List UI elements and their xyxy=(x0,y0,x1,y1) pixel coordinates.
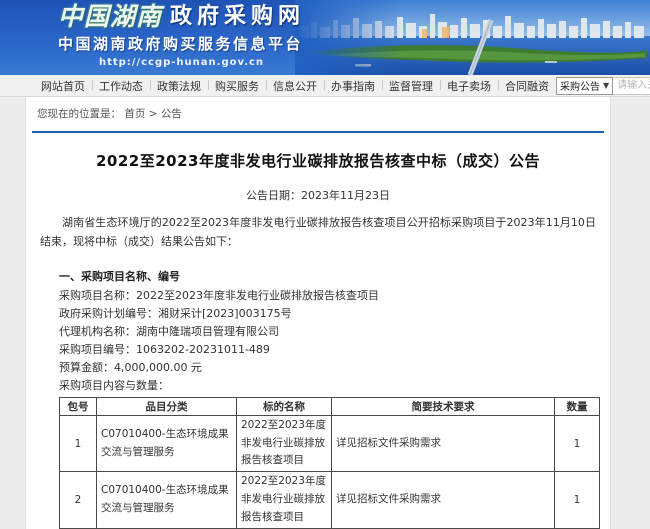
breadcrumb-prefix: 您现在的位置是： xyxy=(37,108,121,120)
nav-item-supervision[interactable]: 监督管理 xyxy=(382,78,440,94)
publish-date: 公告日期：2023年11月23日 xyxy=(26,187,610,203)
col-header-requirements: 简要技术要求 xyxy=(332,397,555,415)
col-header-category: 品目分类 xyxy=(97,397,237,415)
col-header-target: 标的名称 xyxy=(237,397,332,415)
main-navigation: 网站首页 工作动态 政策法规 购买服务 信息公开 办事指南 监督管理 电子卖场 … xyxy=(0,75,650,97)
banner-fade-overlay xyxy=(295,0,650,75)
search-input[interactable] xyxy=(613,77,650,95)
site-subtitle: 中国湖南政府购买服务信息平台 xyxy=(58,33,305,54)
cell-package-no: 1 xyxy=(60,415,97,472)
announcement-intro: 湖南省生态环境厅的2022至2023年度非发电行业碳排放报告核查项目公开招标采购… xyxy=(40,213,596,252)
site-logo-title: 政府采购网 xyxy=(170,4,305,30)
breadcrumb-separator: > xyxy=(149,108,158,120)
field-project-name: 采购项目名称：2022至2023年度非发电行业碳排放报告核查项目 xyxy=(59,290,610,302)
nav-item-e-marketplace[interactable]: 电子卖场 xyxy=(440,78,498,94)
nav-item-service-guide[interactable]: 办事指南 xyxy=(324,78,382,94)
procurement-items-table: 包号 品目分类 标的名称 简要技术要求 数量 1 C07010400-生态环境成… xyxy=(59,397,600,529)
cell-package-no: 2 xyxy=(60,472,97,529)
field-budget-amount: 预算金额：4,000,000.00 元 xyxy=(59,362,610,374)
announcement-title: 2022至2023年度非发电行业碳排放报告核查中标（成交）公告 xyxy=(26,150,610,171)
content-area: 您现在的位置是： 首页 > 公告 2022至2023年度非发电行业碳排放报告核查… xyxy=(25,97,611,529)
search-category-value: 采购公告 xyxy=(560,78,600,93)
cell-category: C07010400-生态环境成果交流与管理服务 xyxy=(97,415,237,472)
table-row: 2 C07010400-生态环境成果交流与管理服务 2022至2023年度非发电… xyxy=(60,472,600,529)
nav-item-work-news[interactable]: 工作动态 xyxy=(92,78,150,94)
search-group: 采购公告 ▼ xyxy=(556,77,650,95)
nav-item-contract-financing[interactable]: 合同融资 xyxy=(498,78,556,94)
field-agency-name: 代理机构名称：湖南中隆瑞项目管理有限公司 xyxy=(59,326,610,338)
chevron-down-icon: ▼ xyxy=(603,81,609,90)
cell-quantity: 1 xyxy=(555,415,600,472)
breadcrumb-home-link[interactable]: 首页 xyxy=(124,108,145,120)
search-category-select[interactable]: 采购公告 ▼ xyxy=(556,77,613,95)
site-logo-calligraphy: 中国湖南 xyxy=(58,4,162,30)
col-header-quantity: 数量 xyxy=(555,397,600,415)
site-url: http://ccgp-hunan.gov.cn xyxy=(58,57,305,68)
cell-category: C07010400-生态环境成果交流与管理服务 xyxy=(97,472,237,529)
table-row: 1 C07010400-生态环境成果交流与管理服务 2022至2023年度非发电… xyxy=(60,415,600,472)
cell-target: 2022至2023年度非发电行业碳排放报告核查项目 xyxy=(237,472,332,529)
field-plan-number: 政府采购计划编号：湘财采计[2023]003175号 xyxy=(59,308,610,320)
blue-divider-rule xyxy=(32,131,604,133)
field-content-quantity-label: 采购项目内容与数量： xyxy=(59,380,610,392)
col-header-package: 包号 xyxy=(60,397,97,415)
nav-item-purchase-services[interactable]: 购买服务 xyxy=(208,78,266,94)
field-project-number: 采购项目编号：1063202-20231011-489 xyxy=(59,344,610,356)
breadcrumb-current[interactable]: 公告 xyxy=(161,108,182,120)
site-banner: 中国湖南 政府采购网 中国湖南政府购买服务信息平台 http://ccgp-hu… xyxy=(0,0,650,75)
section-1-heading: 一、采购项目名称、编号 xyxy=(59,268,610,284)
breadcrumb: 您现在的位置是： 首页 > 公告 xyxy=(26,97,610,128)
nav-item-policies[interactable]: 政策法规 xyxy=(150,78,208,94)
cell-quantity: 1 xyxy=(555,472,600,529)
cell-requirements: 详见招标文件采购需求 xyxy=(332,472,555,529)
nav-item-home[interactable]: 网站首页 xyxy=(34,78,92,94)
table-header-row: 包号 品目分类 标的名称 简要技术要求 数量 xyxy=(60,397,600,415)
nav-item-info-disclosure[interactable]: 信息公开 xyxy=(266,78,324,94)
cell-target: 2022至2023年度非发电行业碳排放报告核查项目 xyxy=(237,415,332,472)
cell-requirements: 详见招标文件采购需求 xyxy=(332,415,555,472)
